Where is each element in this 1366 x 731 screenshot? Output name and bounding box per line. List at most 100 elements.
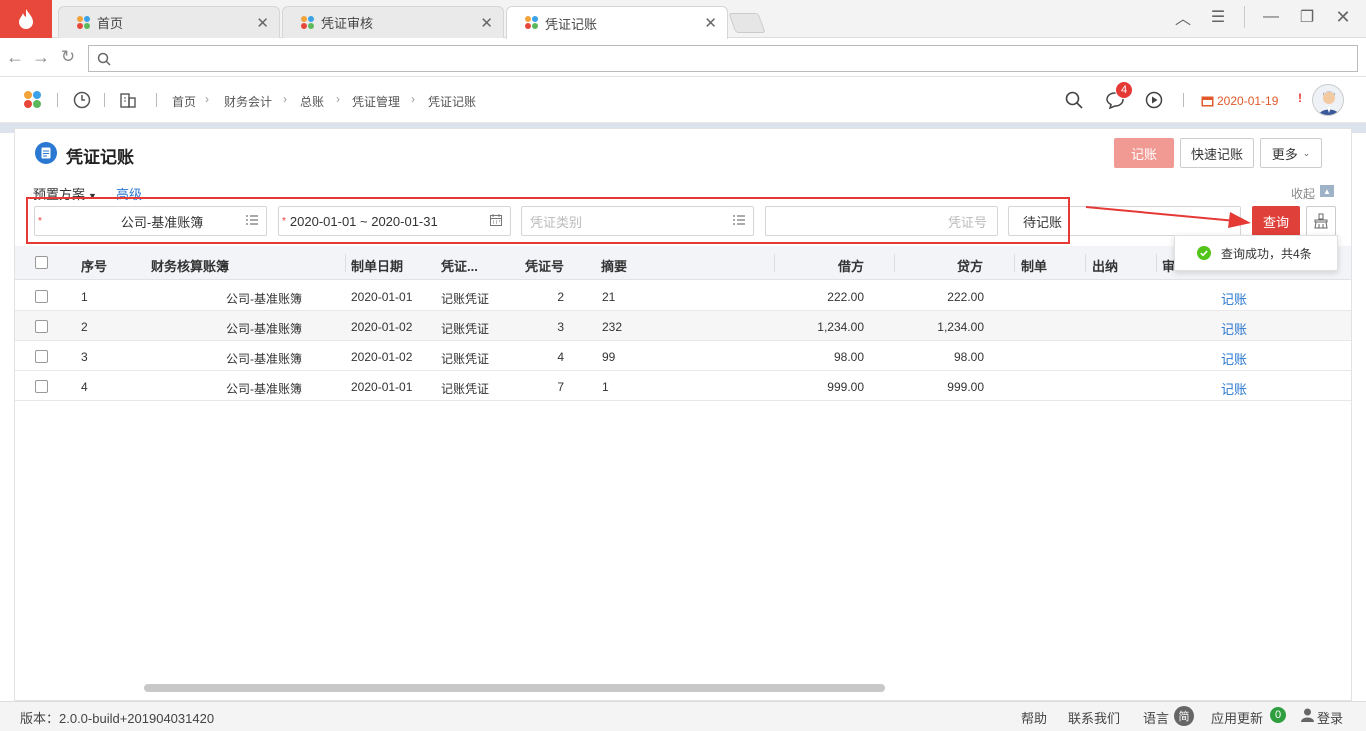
cell-debit: 98.00 — [833, 350, 864, 364]
language-badge[interactable]: 简 — [1174, 706, 1194, 726]
column-header-voucher[interactable]: 凭证... — [441, 256, 478, 275]
tab-voucher-audit[interactable]: 凭证审核 ✕ — [282, 6, 504, 38]
clock-icon[interactable] — [73, 91, 91, 109]
close-icon[interactable]: ✕ — [704, 14, 717, 32]
close-icon[interactable]: ✕ — [256, 14, 269, 32]
table-row[interactable] — [15, 281, 1351, 311]
cell-credit: 1,234.00 — [937, 320, 984, 334]
version-text: 版本：2.0.0-build+201904031420 — [20, 711, 215, 726]
play-icon[interactable] — [1145, 91, 1163, 109]
cell-voucher: 记账凭证 — [441, 352, 490, 366]
post-row-link[interactable]: 记账 — [1221, 289, 1247, 308]
tab-home[interactable]: 首页 ✕ — [58, 6, 280, 38]
post-row-link[interactable]: 记账 — [1221, 319, 1247, 338]
column-divider — [774, 254, 775, 272]
cell-debit: 1,234.00 — [817, 320, 864, 334]
table-row[interactable] — [15, 311, 1351, 341]
column-header-credit[interactable]: 贷方 — [957, 256, 983, 275]
breadcrumb-item[interactable]: 首页 — [172, 93, 196, 110]
minimize-icon[interactable]: — — [1256, 4, 1286, 30]
search-icon[interactable] — [1065, 91, 1083, 109]
table-row[interactable] — [15, 371, 1351, 401]
column-header-debit[interactable]: 借方 — [838, 256, 864, 275]
column-header-ledger[interactable]: 财务核算账簿 — [151, 256, 229, 275]
collapse-link[interactable]: 收起 — [1291, 185, 1315, 202]
chevron-right-icon: › — [336, 92, 340, 106]
chevron-right-icon: › — [411, 92, 415, 106]
toast-message: 查询成功，共4条 — [1221, 246, 1312, 261]
divider — [57, 93, 58, 107]
success-toast: 查询成功，共4条 — [1174, 235, 1338, 271]
chevron-up-icon[interactable]: ︿ — [1168, 4, 1198, 30]
app-flower-icon — [301, 15, 315, 30]
refresh-icon[interactable]: ↻ — [57, 46, 79, 68]
cell-voucher: 记账凭证 — [441, 292, 490, 306]
column-divider — [345, 254, 346, 272]
avatar[interactable] — [1312, 84, 1344, 116]
forward-arrow-icon[interactable]: → — [30, 46, 52, 68]
help-link[interactable]: 帮助 — [1021, 708, 1047, 727]
quick-post-button[interactable]: 快速记账 — [1180, 138, 1254, 168]
cell-credit: 999.00 — [947, 380, 984, 394]
document-icon — [35, 142, 57, 164]
post-row-link[interactable]: 记账 — [1221, 379, 1247, 398]
clear-button[interactable] — [1306, 206, 1336, 236]
row-checkbox[interactable] — [35, 380, 48, 393]
updates-link[interactable]: 应用更新 — [1211, 708, 1263, 727]
chevron-up-icon[interactable]: ▲ — [1320, 185, 1334, 197]
url-input[interactable] — [88, 45, 1358, 72]
divider — [1244, 6, 1245, 28]
current-date[interactable]: 2020-01-19 — [1217, 94, 1278, 108]
close-window-icon[interactable]: ✕ — [1328, 4, 1358, 30]
language-link[interactable]: 语言 — [1143, 708, 1169, 727]
notification-badge: 4 — [1115, 81, 1133, 99]
column-header-date[interactable]: 制单日期 — [351, 256, 403, 275]
more-button[interactable]: 更多 ⌄ — [1260, 138, 1322, 168]
cell-voucher-no: 4 — [557, 350, 564, 364]
column-header-cashier[interactable]: 出纳 — [1092, 256, 1118, 275]
breadcrumb-item[interactable]: 财务会计 — [224, 93, 272, 110]
column-divider — [1085, 254, 1086, 272]
column-header-voucher-no[interactable]: 凭证号 — [525, 256, 564, 275]
table-row[interactable] — [15, 341, 1351, 371]
row-checkbox[interactable] — [35, 350, 48, 363]
check-circle-icon — [1197, 246, 1211, 260]
highlight-box — [26, 197, 1070, 244]
cell-summary: 99 — [602, 350, 616, 364]
chevron-right-icon: › — [205, 92, 209, 106]
horizontal-scrollbar[interactable] — [144, 684, 885, 692]
breadcrumb-item[interactable]: 总账 — [300, 93, 324, 110]
row-checkbox[interactable] — [35, 290, 48, 303]
cell-seq: 3 — [81, 350, 88, 364]
select-all-checkbox[interactable] — [35, 256, 48, 269]
building-icon[interactable] — [119, 91, 137, 109]
search-icon — [97, 52, 111, 66]
column-header-summary[interactable]: 摘要 — [601, 256, 627, 275]
tab-label: 首页 — [97, 16, 124, 31]
close-icon[interactable]: ✕ — [480, 14, 493, 32]
login-link[interactable]: 登录 — [1317, 708, 1343, 727]
row-checkbox[interactable] — [35, 320, 48, 333]
query-button[interactable]: 查询 — [1252, 206, 1300, 236]
divider — [104, 93, 105, 107]
cell-voucher: 记账凭证 — [441, 382, 490, 396]
post-button[interactable]: 记账 — [1114, 138, 1174, 168]
contact-link[interactable]: 联系我们 — [1068, 708, 1120, 727]
column-header-maker[interactable]: 制单 — [1021, 256, 1047, 275]
cell-voucher-no: 2 — [557, 290, 564, 304]
cell-date: 2020-01-01 — [351, 290, 413, 304]
tab-voucher-posting[interactable]: 凭证记账 ✕ — [506, 6, 728, 39]
breadcrumb-item[interactable]: 凭证管理 — [352, 93, 400, 110]
breadcrumb-item: 凭证记账 — [428, 95, 477, 109]
back-arrow-icon[interactable]: ← — [4, 46, 26, 68]
app-flower-icon[interactable] — [24, 91, 42, 109]
cell-credit: 222.00 — [947, 290, 984, 304]
menu-icon[interactable]: ☰ — [1203, 4, 1233, 30]
cell-credit: 98.00 — [953, 350, 984, 364]
cell-summary: 1 — [602, 380, 609, 394]
tab-label: 凭证审核 — [321, 16, 374, 31]
maximize-icon[interactable]: ❐ — [1292, 4, 1322, 30]
cell-summary: 232 — [602, 320, 623, 334]
post-row-link[interactable]: 记账 — [1221, 349, 1247, 368]
cell-date: 2020-01-02 — [351, 350, 413, 364]
